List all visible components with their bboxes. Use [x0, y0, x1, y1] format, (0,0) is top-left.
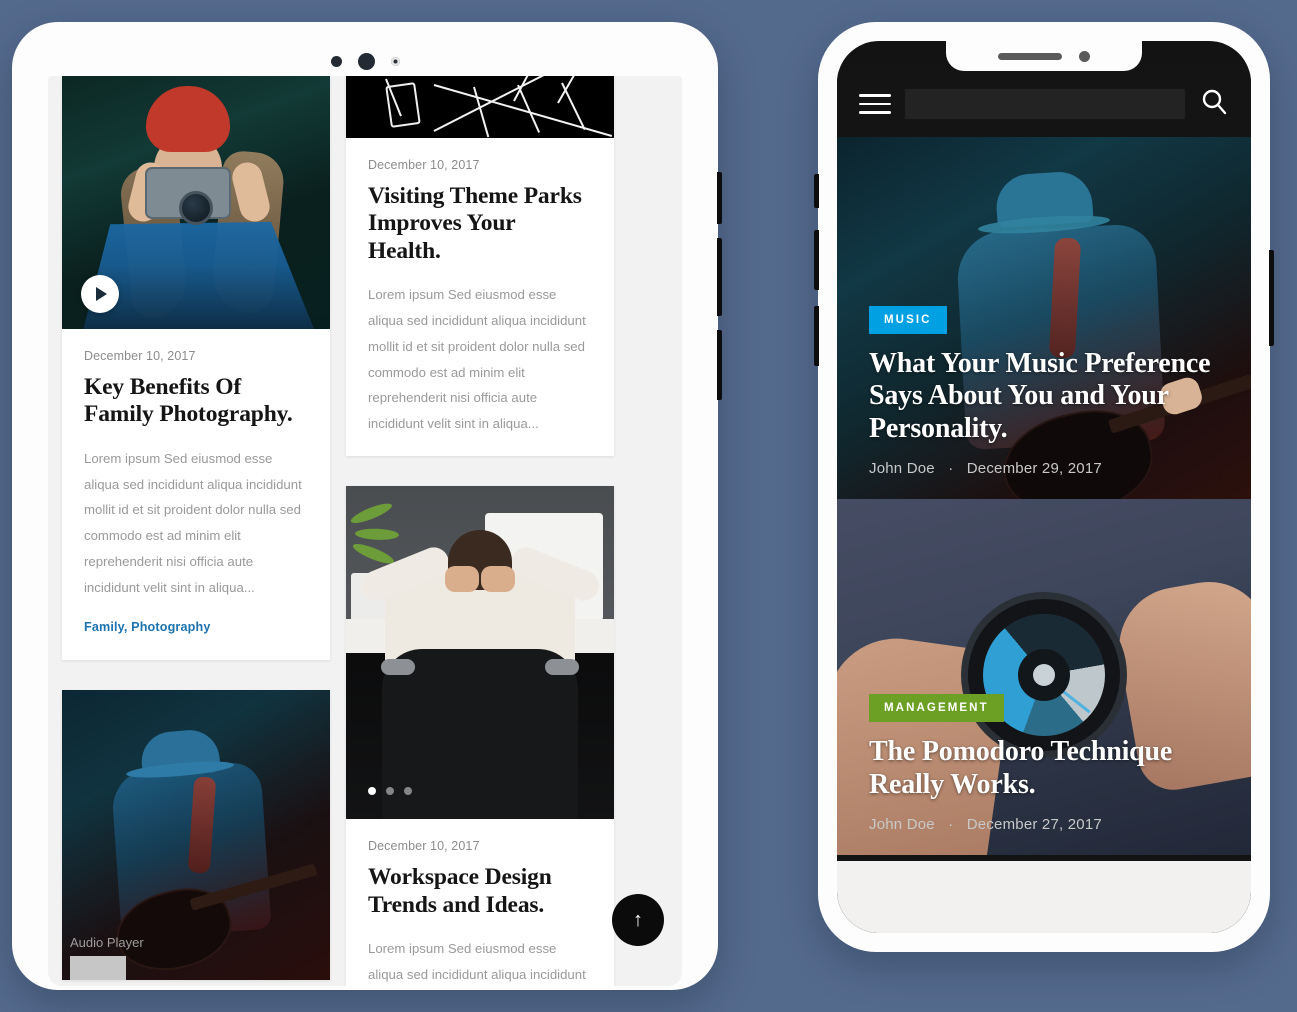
post-title[interactable]: Key Benefits Of Family Photography.	[84, 374, 308, 429]
feed-meta: John Doe · December 27, 2017	[869, 816, 1219, 833]
post-categories[interactable]: Family, Photography	[84, 620, 308, 634]
phone-screen[interactable]: MUSIC What Your Music Preference Says Ab…	[837, 41, 1251, 933]
feed-item-music[interactable]: MUSIC What Your Music Preference Says Ab…	[837, 137, 1251, 499]
phone-app-header	[837, 71, 1251, 137]
tablet-screen[interactable]: December 10, 2017 Key Benefits Of Family…	[48, 76, 682, 986]
tablet-sensor-icon	[330, 55, 342, 67]
site-logo[interactable]	[905, 89, 1185, 119]
post-body: December 10, 2017 Workspace Design Trend…	[346, 819, 614, 986]
phone-volume-down-button[interactable]	[814, 306, 819, 366]
feed-overlay: MUSIC What Your Music Preference Says Ab…	[837, 305, 1251, 499]
tablet-device: December 10, 2017 Key Benefits Of Family…	[12, 22, 722, 990]
tablet-volume-up-button[interactable]	[717, 172, 722, 224]
feed-meta: John Doe · December 29, 2017	[869, 460, 1219, 477]
post-excerpt: Lorem ipsum Sed eiusmod esse aliqua sed …	[368, 287, 586, 432]
speaker-icon	[998, 52, 1062, 60]
audio-player-label: Audio Player	[70, 935, 144, 951]
tablet-post-grid: December 10, 2017 Key Benefits Of Family…	[48, 76, 682, 986]
feed-date: December 27, 2017	[966, 816, 1102, 833]
post-media-guitarist[interactable]: Audio Player	[62, 690, 330, 981]
post-card-key-benefits[interactable]: December 10, 2017 Key Benefits Of Family…	[62, 76, 330, 661]
category-badge[interactable]: MUSIC	[869, 305, 947, 334]
post-media-workspace[interactable]	[346, 486, 614, 820]
meta-separator: ·	[948, 460, 954, 477]
decor-hand-right	[480, 566, 515, 593]
post-card-theme-parks[interactable]: December 10, 2017 Visiting Theme Parks I…	[346, 76, 614, 457]
tablet-light-sensor-icon	[390, 56, 400, 66]
phone-home-indicator-area	[837, 861, 1251, 933]
phone-power-button[interactable]	[1269, 250, 1274, 346]
post-title[interactable]: Workspace Design Trends and Ideas.	[368, 864, 592, 919]
feed-title[interactable]: What Your Music Preference Says About Yo…	[869, 348, 1219, 445]
post-card-workspace[interactable]: December 10, 2017 Workspace Design Trend…	[346, 486, 614, 986]
post-card-audio[interactable]: Audio Player	[62, 690, 330, 981]
front-camera-icon	[1079, 50, 1090, 62]
decor-leaf	[349, 499, 395, 527]
scroll-to-top-button[interactable]: ↑	[612, 894, 664, 946]
post-excerpt: Lorem ipsum Sed eiusmod esse aliqua sed …	[368, 941, 586, 982]
carousel-dot-1[interactable]	[368, 787, 376, 796]
hamburger-icon[interactable]	[859, 94, 891, 114]
post-body: December 10, 2017 Visiting Theme Parks I…	[346, 138, 614, 456]
decor-chair-arm-right	[545, 659, 580, 676]
post-title[interactable]: Visiting Theme Parks Improves Your Healt…	[368, 183, 592, 265]
tablet-power-button[interactable]	[717, 330, 722, 400]
phone-notch	[946, 41, 1142, 71]
category-badge[interactable]: MANAGEMENT	[869, 694, 1004, 723]
carousel-dot-3[interactable]	[404, 787, 412, 796]
phone-article-feed[interactable]: MUSIC What Your Music Preference Says Ab…	[837, 137, 1251, 933]
tablet-column-left: December 10, 2017 Key Benefits Of Family…	[62, 76, 330, 986]
decor-hand-left	[445, 566, 480, 593]
decor-leaf	[355, 527, 400, 541]
post-date: December 10, 2017	[368, 158, 480, 172]
decor-truss-line	[473, 86, 490, 138]
decor-chair-arm-left	[380, 659, 415, 676]
feed-item-management[interactable]: MANAGEMENT The Pomodoro Technique Really…	[837, 499, 1251, 855]
phone-mute-switch[interactable]	[814, 174, 819, 208]
feed-date: December 29, 2017	[966, 460, 1102, 477]
post-media-ferris-wheel[interactable]	[346, 76, 614, 138]
post-excerpt: Lorem ipsum Sed eiusmod esse aliqua sed …	[84, 450, 302, 595]
tablet-camera-icon	[357, 52, 375, 70]
decor-red-hat	[145, 86, 230, 153]
carousel-pagination[interactable]	[368, 787, 412, 796]
post-media-photographer[interactable]	[62, 76, 330, 329]
tablet-volume-down-button[interactable]	[717, 238, 722, 316]
decor-watch-hub-inner	[1033, 663, 1055, 686]
decor-plant	[349, 499, 421, 567]
carousel-dot-2[interactable]	[386, 787, 394, 796]
meta-separator: ·	[948, 816, 954, 833]
feed-author: John Doe	[869, 816, 935, 833]
audio-player-control[interactable]	[70, 956, 126, 981]
phone-volume-up-button[interactable]	[814, 230, 819, 290]
search-icon[interactable]	[1199, 87, 1229, 122]
post-date: December 10, 2017	[368, 839, 480, 854]
decor-leaf	[351, 539, 397, 567]
decor-camera-lens	[179, 190, 213, 225]
feed-author: John Doe	[869, 460, 935, 477]
feed-overlay: MANAGEMENT The Pomodoro Technique Really…	[837, 694, 1251, 855]
play-icon[interactable]	[81, 275, 119, 313]
tablet-camera-row	[12, 52, 718, 70]
post-body: December 10, 2017 Key Benefits Of Family…	[62, 329, 330, 660]
feed-title[interactable]: The Pomodoro Technique Really Works.	[869, 736, 1219, 801]
phone-device: MUSIC What Your Music Preference Says Ab…	[814, 22, 1274, 952]
post-date: December 10, 2017	[84, 349, 196, 363]
tablet-column-right: December 10, 2017 Visiting Theme Parks I…	[346, 76, 614, 986]
